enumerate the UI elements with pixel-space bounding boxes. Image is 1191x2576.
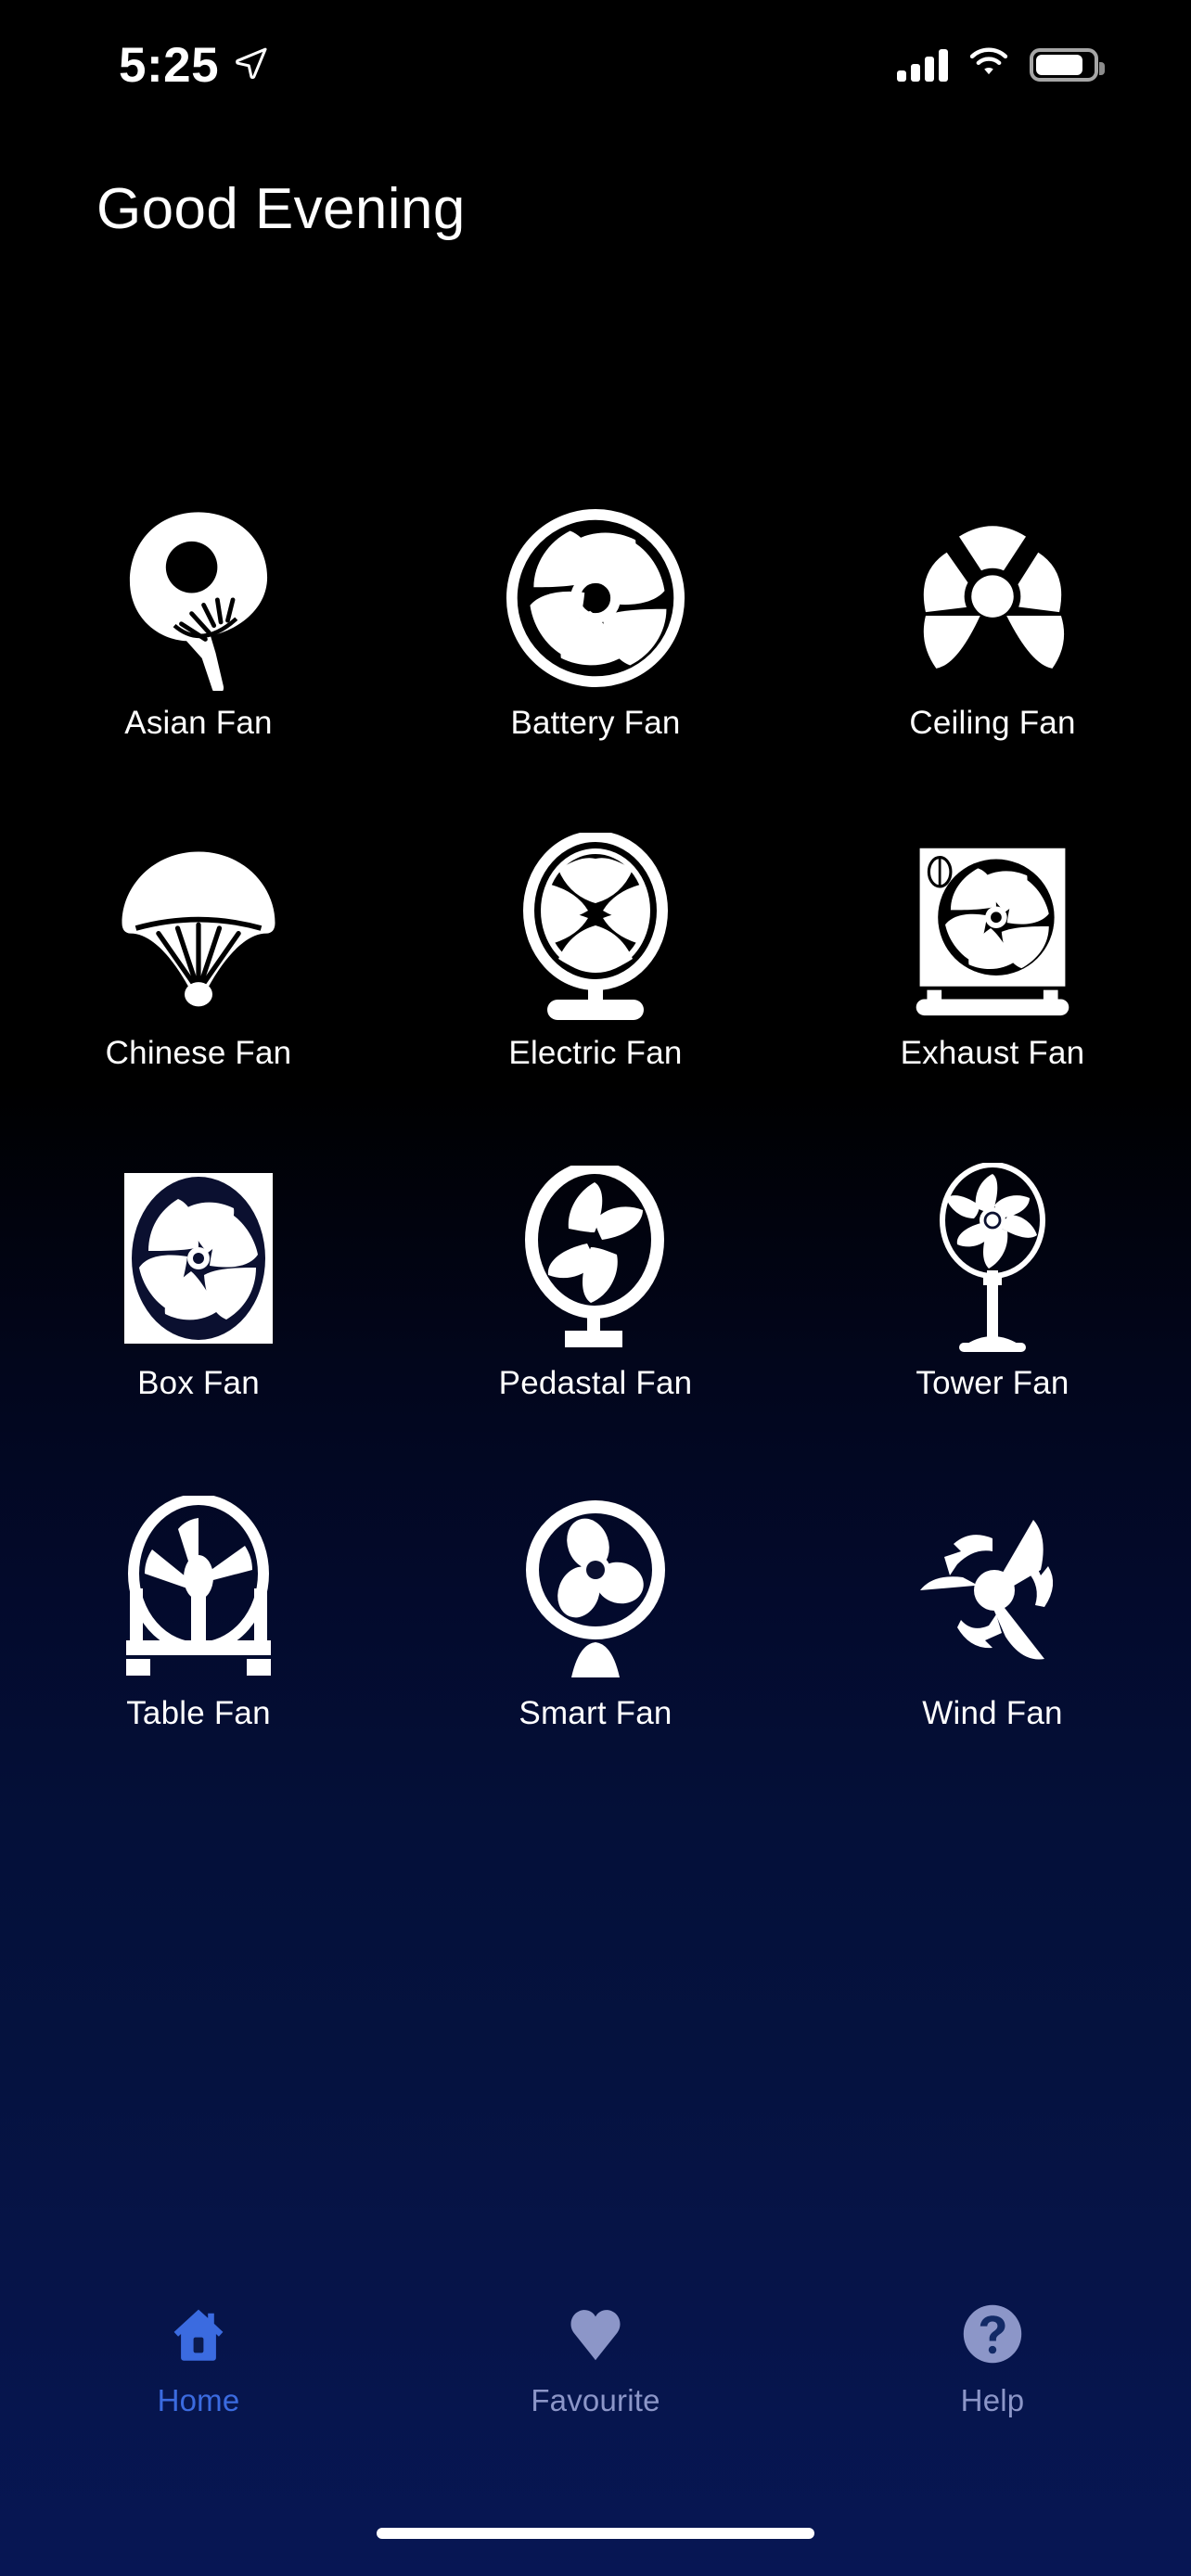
page-title: Good Evening: [96, 177, 466, 241]
tab-label: Help: [960, 2383, 1025, 2417]
wifi-icon: [968, 47, 1009, 83]
box-fan-icon: [101, 1161, 296, 1356]
grid-item-pedestal-fan[interactable]: Pedastal Fan: [397, 1161, 794, 1424]
grid-item-chinese-fan[interactable]: Chinese Fan: [0, 831, 397, 1094]
question-mark-icon: [959, 2300, 1026, 2368]
home-indicator[interactable]: [377, 2528, 814, 2539]
tab-label: Home: [157, 2383, 240, 2417]
tab-favourite[interactable]: Favourite: [397, 2300, 794, 2418]
tower-fan-icon: [895, 1161, 1090, 1356]
grid-item-label: Smart Fan: [519, 1695, 672, 1731]
grid-item-label: Exhaust Fan: [900, 1035, 1085, 1071]
status-bar: 5:25: [0, 0, 1191, 130]
grid-item-label: Wind Fan: [922, 1695, 1063, 1731]
grid-item-label: Table Fan: [126, 1695, 271, 1731]
grid-item-label: Chinese Fan: [105, 1035, 292, 1071]
cellular-signal-icon: [897, 48, 948, 82]
pedestal-fan-icon: [498, 1161, 693, 1356]
grid-item-wind-fan[interactable]: Wind Fan: [794, 1491, 1191, 1754]
grid-item-ceiling-fan[interactable]: Ceiling Fan: [794, 501, 1191, 764]
tab-home[interactable]: Home: [0, 2300, 397, 2418]
asian-fan-icon: [101, 501, 296, 695]
fan-grid: Asian Fan Battery Fan Ceiling Fan Chines…: [0, 501, 1191, 1754]
grid-item-table-fan[interactable]: Table Fan: [0, 1491, 397, 1754]
grid-item-label: Battery Fan: [510, 705, 681, 741]
smart-fan-icon: [498, 1491, 693, 1686]
battery-fan-icon: [498, 501, 693, 695]
grid-item-asian-fan[interactable]: Asian Fan: [0, 501, 397, 764]
status-bar-left: 5:25: [119, 41, 269, 90]
app-screen: 5:25 Good Evening Asian Fan Battery Fan …: [0, 0, 1191, 2576]
bottom-tab-bar: Home Favourite Help: [0, 2290, 1191, 2467]
tab-help[interactable]: Help: [794, 2300, 1191, 2418]
location-arrow-icon: [234, 45, 269, 85]
grid-item-label: Pedastal Fan: [498, 1365, 693, 1401]
grid-item-box-fan[interactable]: Box Fan: [0, 1161, 397, 1424]
grid-item-battery-fan[interactable]: Battery Fan: [397, 501, 794, 764]
tab-label: Favourite: [531, 2383, 660, 2417]
grid-item-label: Ceiling Fan: [909, 705, 1076, 741]
exhaust-fan-icon: [895, 831, 1090, 1026]
electric-fan-icon: [498, 831, 693, 1026]
status-bar-right: [897, 47, 1105, 83]
grid-item-label: Electric Fan: [508, 1035, 683, 1071]
grid-item-label: Asian Fan: [124, 705, 273, 741]
chinese-fan-icon: [101, 831, 296, 1026]
grid-item-label: Box Fan: [137, 1365, 260, 1401]
home-icon: [165, 2300, 232, 2368]
ceiling-fan-icon: [895, 501, 1090, 695]
table-fan-icon: [101, 1491, 296, 1686]
status-bar-clock: 5:25: [119, 37, 220, 93]
grid-item-tower-fan[interactable]: Tower Fan: [794, 1161, 1191, 1424]
grid-item-label: Tower Fan: [916, 1365, 1069, 1401]
heart-icon: [562, 2300, 629, 2368]
grid-item-electric-fan[interactable]: Electric Fan: [397, 831, 794, 1094]
battery-icon: [1030, 48, 1105, 82]
grid-item-smart-fan[interactable]: Smart Fan: [397, 1491, 794, 1754]
grid-item-exhaust-fan[interactable]: Exhaust Fan: [794, 831, 1191, 1094]
wind-fan-icon: [895, 1491, 1090, 1686]
